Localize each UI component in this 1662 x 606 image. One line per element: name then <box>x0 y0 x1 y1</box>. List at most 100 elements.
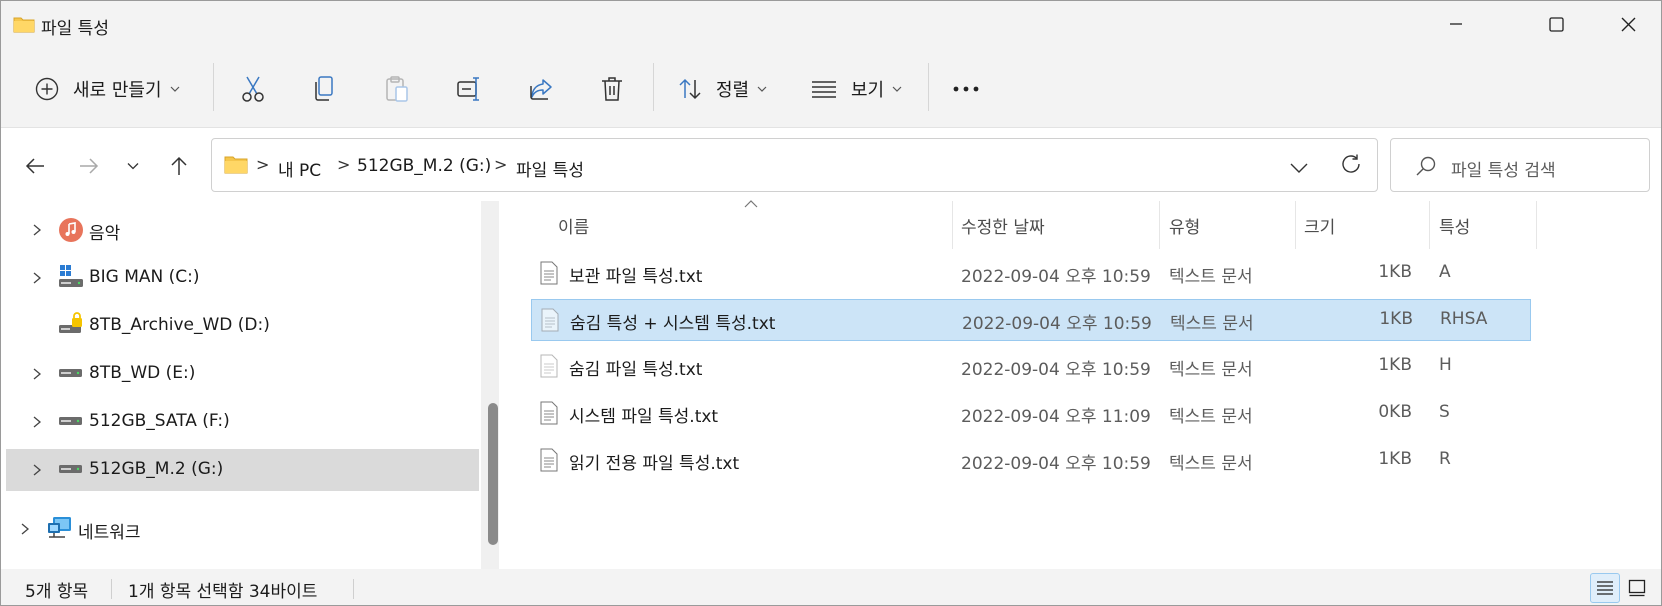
forward-button[interactable] <box>73 150 105 182</box>
system-drive-icon <box>59 265 83 287</box>
cut-button[interactable] <box>240 69 266 109</box>
rename-button[interactable] <box>456 69 484 109</box>
delete-button[interactable] <box>600 69 624 109</box>
tree-item-music[interactable]: 음악 <box>6 209 479 251</box>
chevron-down-icon <box>892 86 902 92</box>
close-button[interactable] <box>1593 1 1661 47</box>
network-icon <box>48 517 71 538</box>
drive-icon <box>59 417 82 425</box>
tree-item-label: 음악 <box>89 224 121 244</box>
share-button[interactable] <box>528 69 554 109</box>
minimize-button[interactable] <box>1421 1 1491 47</box>
chevron-right-icon <box>33 464 42 476</box>
column-header-name[interactable]: 이름 <box>558 213 589 238</box>
table-row[interactable]: 보관 파일 특성.txt 2022-09-04 오후 10:59 텍스트 문서 … <box>531 253 1531 295</box>
file-date: 2022-09-04 오후 10:59 <box>961 360 1151 380</box>
table-row[interactable]: 숨김 파일 특성.txt 2022-09-04 오후 10:59 텍스트 문서 … <box>531 346 1531 388</box>
file-size: 0KB <box>1378 402 1412 422</box>
up-button[interactable] <box>163 150 195 182</box>
chevron-right-icon <box>33 416 42 428</box>
search-box[interactable]: 파일 특성 검색 <box>1390 138 1650 192</box>
tree-item-e-drive[interactable]: 8TB_WD (E:) <box>6 353 479 395</box>
file-attributes: S <box>1439 402 1450 422</box>
maximize-icon <box>1548 16 1564 32</box>
title-bar[interactable]: 파일 특성 <box>1 1 1661 47</box>
refresh-button[interactable] <box>1340 153 1362 179</box>
sort-icon <box>679 78 701 100</box>
scrollbar-thumb[interactable] <box>488 403 498 545</box>
column-divider[interactable] <box>952 201 953 249</box>
large-icons-view-button[interactable] <box>1622 573 1652 603</box>
minimize-icon <box>1450 23 1462 25</box>
rename-icon <box>457 77 479 101</box>
folder-icon <box>13 15 35 37</box>
view-icon <box>812 81 836 98</box>
text-file-icon <box>540 401 558 425</box>
close-icon <box>1621 17 1635 31</box>
chevron-right-icon <box>21 523 30 535</box>
breadcrumb-this-pc[interactable]: 내 PC <box>278 156 321 181</box>
tree-item-g-drive[interactable]: 512GB_M.2 (G:) <box>6 449 479 491</box>
chevron-down-icon <box>757 86 767 92</box>
paste-button[interactable] <box>384 69 410 109</box>
tree-item-label: 네트워크 <box>78 523 141 543</box>
file-type: 텍스트 문서 <box>1169 360 1253 380</box>
chevron-right-icon <box>33 272 42 284</box>
copy-button[interactable] <box>312 69 336 109</box>
more-button[interactable] <box>953 69 979 109</box>
details-view-button[interactable] <box>1590 573 1620 603</box>
window-title: 파일 특성 <box>41 19 109 39</box>
file-size: 1KB <box>1379 309 1413 329</box>
locked-drive-icon <box>59 312 82 333</box>
chevron-right-icon <box>33 368 42 380</box>
large-icons-view-icon <box>1628 579 1646 597</box>
new-button[interactable]: 새로 만들기 <box>35 69 180 109</box>
file-explorer-window: 파일 특성 새로 만들기 정렬 보기 > 내 PC > 512GB_M.2 (G… <box>0 0 1662 606</box>
column-divider[interactable] <box>1295 201 1296 249</box>
text-file-icon <box>541 308 559 332</box>
new-label: 새로 만들기 <box>73 80 162 101</box>
table-row[interactable]: 시스템 파일 특성.txt 2022-09-04 오후 11:09 텍스트 문서… <box>531 393 1531 435</box>
address-dropdown-button[interactable] <box>1290 159 1308 178</box>
text-file-icon <box>540 261 558 285</box>
tree-item-d-drive[interactable]: 8TB_Archive_WD (D:) <box>6 305 479 347</box>
delete-icon <box>602 77 622 101</box>
table-row[interactable]: 읽기 전용 파일 특성.txt 2022-09-04 오후 10:59 텍스트 … <box>531 440 1531 482</box>
column-divider[interactable] <box>1536 201 1537 249</box>
folder-icon <box>224 154 248 178</box>
content-area: 음악 BIG MAN (C:) 8TB_Archive_WD (D:) 8TB_… <box>1 200 1661 569</box>
breadcrumb-separator: > <box>337 155 351 174</box>
paste-icon <box>386 76 408 102</box>
column-header-date[interactable]: 수정한 날짜 <box>961 213 1045 238</box>
file-size: 1KB <box>1378 355 1412 375</box>
refresh-icon <box>1342 154 1360 173</box>
tree-item-label: 8TB_Archive_WD (D:) <box>89 315 270 335</box>
tree-item-c-drive[interactable]: BIG MAN (C:) <box>6 257 479 299</box>
recent-locations-button[interactable] <box>117 150 149 182</box>
tree-item-label: 8TB_WD (E:) <box>89 363 196 383</box>
column-header-size[interactable]: 크기 <box>1304 213 1335 238</box>
tree-item-f-drive[interactable]: 512GB_SATA (F:) <box>6 401 479 443</box>
address-bar[interactable]: > 내 PC > 512GB_M.2 (G:) > 파일 특성 <box>211 138 1378 192</box>
sort-button[interactable]: 정렬 <box>678 69 767 109</box>
maximize-button[interactable] <box>1521 1 1591 47</box>
breadcrumb-folder[interactable]: 파일 특성 <box>516 156 584 181</box>
breadcrumb-drive[interactable]: 512GB_M.2 (G:) <box>357 156 491 176</box>
column-divider[interactable] <box>1429 201 1430 249</box>
search-input[interactable]: 파일 특성 검색 <box>1451 156 1556 181</box>
file-type: 텍스트 문서 <box>1169 267 1253 287</box>
column-header-attributes[interactable]: 특성 <box>1439 213 1470 238</box>
tree-item-network[interactable]: 네트워크 <box>6 508 479 550</box>
column-divider[interactable] <box>1159 201 1160 249</box>
file-date: 2022-09-04 오후 10:59 <box>961 267 1151 287</box>
arrow-up-icon <box>171 156 187 175</box>
selection-info: 1개 항목 선택함 34바이트 <box>128 582 318 602</box>
column-header-type[interactable]: 유형 <box>1169 213 1200 238</box>
status-divider <box>353 579 354 599</box>
back-button[interactable] <box>19 150 51 182</box>
table-row[interactable]: 숨김 특성 + 시스템 특성.txt 2022-09-04 오후 10:59 텍… <box>531 299 1531 341</box>
view-button[interactable]: 보기 <box>811 69 902 109</box>
file-attributes: A <box>1439 262 1451 282</box>
file-date: 2022-09-04 오후 10:59 <box>962 314 1152 334</box>
cut-icon <box>242 76 264 102</box>
